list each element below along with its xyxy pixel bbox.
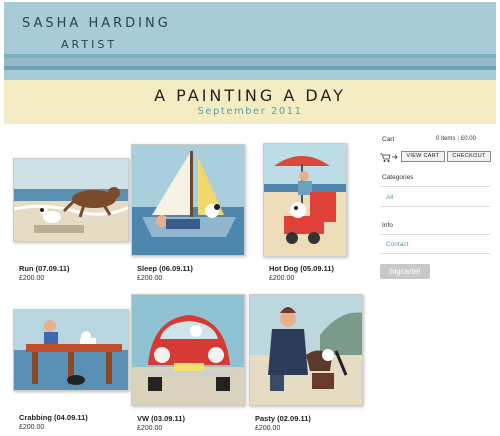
product-name[interactable]: Hot Dog (05.09.11) [269, 264, 334, 273]
product-image-pasty[interactable] [249, 294, 363, 406]
product-image-crabbing[interactable] [13, 309, 129, 391]
page-title: A PAINTING A DAY [154, 86, 346, 105]
bigcartel-badge[interactable]: bigcartel [380, 264, 430, 279]
product-name[interactable]: Run (07.09.11) [19, 264, 69, 273]
product-price: £200.00 [269, 275, 295, 282]
cart-separator: | [457, 136, 459, 142]
header-stripe [4, 58, 496, 66]
divider [380, 206, 490, 207]
product-price: £200.00 [19, 275, 45, 282]
product-name[interactable]: Sleep (06.09.11) [137, 264, 193, 273]
info-link-contact[interactable]: Contact [386, 241, 408, 248]
header-stripe [4, 70, 496, 80]
cart-total: £0.00 [460, 136, 476, 142]
cart-label: Cart [382, 136, 395, 143]
product-image-hot-dog[interactable] [263, 143, 347, 257]
cart-icon[interactable] [380, 150, 400, 162]
page-subtitle: September 2011 [197, 106, 303, 117]
product-image-run[interactable] [13, 158, 129, 242]
brand-role: ARTIST [61, 38, 118, 51]
product-name[interactable]: Crabbing (04.09.11) [19, 413, 88, 422]
product-price: £200.00 [137, 425, 163, 432]
product-price: £200.00 [19, 424, 45, 431]
checkout-button[interactable]: CHECKOUT [447, 151, 491, 162]
cart-summary: 0 items | £0.00 [436, 136, 476, 142]
category-link-all[interactable]: All [386, 194, 393, 201]
site-header: SASHA HARDING ARTIST A PAINTING A DAY Se… [4, 2, 496, 124]
divider [380, 186, 490, 187]
divider [380, 253, 490, 254]
product-name[interactable]: VW (03.09.11) [137, 414, 185, 423]
brand-name[interactable]: SASHA HARDING [22, 16, 171, 31]
product-name[interactable]: Pasty (02.09.11) [255, 414, 311, 423]
product-price: £200.00 [137, 275, 163, 282]
view-cart-button[interactable]: VIEW CART [401, 151, 445, 162]
divider [380, 234, 490, 235]
info-heading: Info [382, 222, 393, 229]
cart-count: 0 items [436, 136, 456, 142]
product-image-sleep[interactable] [131, 144, 245, 256]
product-image-vw[interactable] [131, 294, 245, 406]
product-price: £200.00 [255, 425, 281, 432]
categories-heading: Categories [382, 174, 414, 181]
